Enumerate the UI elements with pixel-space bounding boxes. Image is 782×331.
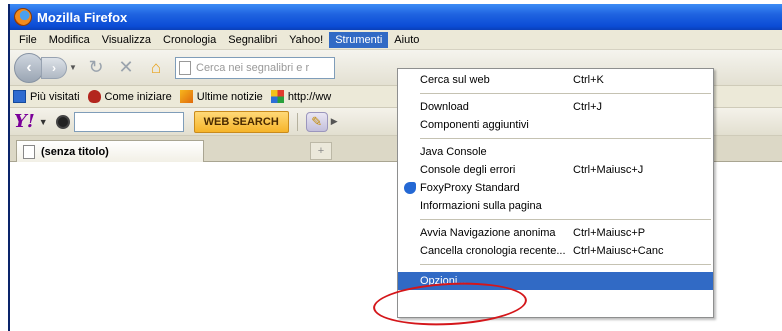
menu-item-label: Componenti aggiuntivi <box>420 119 529 131</box>
back-arrow-icon: ‹ <box>26 58 32 76</box>
bookmark-piu-visitati[interactable]: Più visitati <box>13 90 80 103</box>
bookmark-label: Ultime notizie <box>196 90 263 103</box>
menu-aiuto[interactable]: Aiuto <box>388 32 425 48</box>
menu-strumenti[interactable]: Strumenti <box>329 31 389 48</box>
most-visited-icon <box>13 90 26 103</box>
menu-item-cerca-sul-web[interactable]: Cerca sul web Ctrl+K <box>398 71 713 89</box>
menu-item-shortcut: Ctrl+J <box>573 101 603 113</box>
menu-file[interactable]: File <box>13 32 43 48</box>
menu-separator <box>420 219 711 220</box>
menu-item-label: Console degli errori <box>420 164 516 176</box>
firefox-window: Mozilla Firefox File Modifica Visualizza… <box>8 4 782 331</box>
foxyproxy-icon <box>404 182 416 194</box>
blank-page-icon <box>23 144 35 159</box>
menu-item-shortcut: Ctrl+Maiusc+P <box>573 227 646 239</box>
toolbar-highlight-icon[interactable]: ✎ <box>305 111 328 132</box>
menu-item-label: Opzioni... <box>420 275 467 287</box>
yahoo-search-input[interactable] <box>73 111 184 132</box>
menu-item-shortcut: Ctrl+K <box>573 74 604 86</box>
menu-item-label: Avvia Navigazione anonima <box>420 227 556 239</box>
menu-modifica[interactable]: Modifica <box>43 32 96 48</box>
bookmark-label: Come iniziare <box>104 90 172 103</box>
menu-separator <box>420 93 711 94</box>
menu-item-label: Cancella cronologia recente... <box>420 245 566 257</box>
search-icon <box>55 114 70 129</box>
menu-cronologia[interactable]: Cronologia <box>157 32 222 48</box>
menu-item-label: FoxyProxy Standard <box>420 182 520 194</box>
home-icon[interactable]: ⌂ <box>143 55 169 81</box>
web-search-button[interactable]: WEB SEARCH <box>193 110 289 133</box>
firefox-start-icon <box>87 90 101 103</box>
menu-item-label: Download <box>420 101 469 113</box>
reload-icon[interactable]: ↻ <box>83 55 109 81</box>
yahoo-dropdown-icon[interactable]: ▼ <box>39 117 48 127</box>
menu-item-navigazione-anonima[interactable]: Avvia Navigazione anonima Ctrl+Maiusc+P <box>398 224 713 242</box>
bookmark-http[interactable]: http://ww <box>270 90 332 103</box>
strumenti-menu: Cerca sul web Ctrl+K Download Ctrl+J Com… <box>397 68 714 318</box>
forward-arrow-icon: › <box>52 60 56 75</box>
menu-segnalibri[interactable]: Segnalibri <box>222 32 283 48</box>
menu-item-label: Informazioni sulla pagina <box>420 200 542 212</box>
menu-item-informazioni-pagina[interactable]: Informazioni sulla pagina <box>398 197 713 215</box>
menu-item-foxyproxy[interactable]: FoxyProxy Standard <box>398 179 713 197</box>
menu-visualizza[interactable]: Visualizza <box>96 32 157 48</box>
site-favicon-icon <box>270 90 284 103</box>
history-dropdown-icon[interactable]: ▼ <box>69 63 79 72</box>
menu-bar: File Modifica Visualizza Cronologia Segn… <box>10 30 782 50</box>
firefox-icon <box>14 8 32 26</box>
tab-title: (senza titolo) <box>41 145 109 158</box>
new-tab-button[interactable]: + <box>310 142 332 160</box>
bookmark-label: http://ww <box>287 90 332 103</box>
window-title: Mozilla Firefox <box>37 9 128 25</box>
toolbar-separator <box>296 112 298 131</box>
bookmark-ultime-notizie[interactable]: Ultime notizie <box>179 90 263 103</box>
bookmark-come-iniziare[interactable]: Come iniziare <box>87 90 172 103</box>
menu-item-shortcut: Ctrl+Maiusc+Canc <box>573 245 664 257</box>
toolbar-more-icon[interactable]: ▶ <box>331 116 338 127</box>
menu-yahoo[interactable]: Yahoo! <box>283 32 329 48</box>
forward-button[interactable]: › <box>41 56 67 79</box>
menu-item-opzioni[interactable]: Opzioni... <box>398 272 713 290</box>
tab-senza-titolo[interactable]: (senza titolo) <box>16 140 204 162</box>
menu-item-cancella-cronologia[interactable]: Cancella cronologia recente... Ctrl+Maiu… <box>398 242 713 260</box>
menu-item-download[interactable]: Download Ctrl+J <box>398 98 713 116</box>
menu-item-componenti-aggiuntivi[interactable]: Componenti aggiuntivi <box>398 116 713 134</box>
rss-feed-icon <box>179 90 193 103</box>
yahoo-logo[interactable]: Y! <box>14 111 35 132</box>
menu-item-label: Cerca sul web <box>420 74 490 86</box>
url-bar[interactable]: Cerca nei segnalibri e r <box>175 56 335 79</box>
menu-separator <box>420 138 711 139</box>
menu-item-label: Java Console <box>420 146 487 158</box>
menu-item-console-errori[interactable]: Console degli errori Ctrl+Maiusc+J <box>398 161 713 179</box>
stop-icon[interactable]: ✕ <box>113 55 139 81</box>
title-bar: Mozilla Firefox <box>10 4 782 30</box>
back-button[interactable]: ‹ <box>14 52 44 83</box>
menu-item-java-console[interactable]: Java Console <box>398 143 713 161</box>
url-placeholder: Cerca nei segnalibri e r <box>196 61 310 74</box>
menu-item-shortcut: Ctrl+Maiusc+J <box>573 164 644 176</box>
menu-separator <box>420 264 711 265</box>
page-icon <box>179 60 191 75</box>
bookmark-label: Più visitati <box>30 90 80 103</box>
